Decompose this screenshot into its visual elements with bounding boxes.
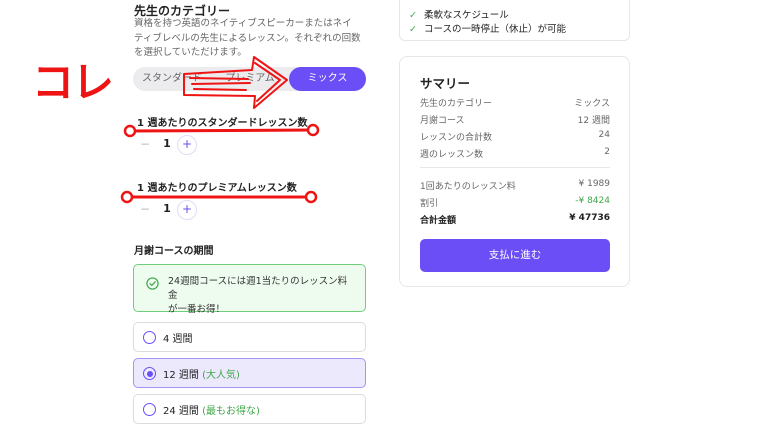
period-info-line: 24週間コースには週1当たりのレッスン料金 [168,276,348,301]
teacher-description-line: 資格を持つ英語のネイティブスピーカーまたはネイ [134,18,352,29]
teacher-category-selector: スタンダード プレミアム ミックス [133,67,366,91]
premium-lessons-value: 1 [163,202,171,215]
standard-decrement-button[interactable]: − [135,135,155,155]
period-option-24-weeks[interactable]: 24 週間 (最もお得な) [133,394,366,424]
check-icon: ✓ [409,10,417,21]
radio-selected-icon [143,367,156,380]
popular-badge: (大人気) [202,370,240,381]
summary-title: サマリー [420,76,471,91]
category-option-mix[interactable]: ミックス [289,67,366,91]
annotation-text: コレ [32,58,114,107]
period-info-line: が一番お得！ [168,304,226,315]
period-option-12-weeks[interactable]: 12 週間 (大人気) [133,358,366,388]
best-value-badge: (最もお得な) [202,406,260,417]
period-option-label: 24 週間 (最もお得な) [163,406,260,417]
standard-lessons-value: 1 [163,137,171,150]
standard-increment-button[interactable]: + [177,135,197,155]
course-features: ✓ 柔軟なスケジュール ✓ コースの一時停止（休止）が可能 [399,0,630,41]
feature-item: ✓ 柔軟なスケジュール [409,10,509,21]
standard-lessons-label: 1 週あたりのスタンダードレッスン数 [137,118,308,129]
radio-icon [143,403,156,416]
period-info-box: 24週間コースには週1当たりのレッスン料金 が一番お得！ [133,264,366,315]
teacher-description-line: ティブレベルの先生によるレッスン。それぞれの回数 [134,32,361,44]
period-option-4-weeks[interactable]: 4 週間 [133,322,366,352]
course-period-label: 月謝コースの期間 [134,246,214,257]
annotation-overlay [120,56,320,204]
summary-divider [420,167,610,168]
summary-card: サマリー 先生のカテゴリー ミックス 月謝コース 12 週間 レッスンの合計数 24 … [399,56,630,287]
check-icon: ✓ [409,24,417,35]
teacher-description-line: を選択していただけます。 [134,47,247,58]
summary-row-price-per-lesson: 1回あたりのレッスン料 ¥ 1989 [420,179,610,192]
premium-decrement-button[interactable]: − [135,200,155,220]
category-option-premium[interactable]: プレミアム [211,67,289,91]
category-option-standard[interactable]: スタンダード [133,67,211,91]
feature-item: ✓ コースの一時停止（休止）が可能 [409,24,566,35]
check-circle-icon [146,277,159,290]
summary-row-total: 合計金額 ¥ 47736 [420,213,610,226]
period-option-label: 4 週間 [163,334,193,345]
summary-row-course: 月謝コース 12 週間 [420,116,610,126]
proceed-to-payment-button[interactable]: 支払に進む [420,239,610,272]
teacher-category-description: 資格を持つ英語のネイティブスピーカーまたはネイ ティブレベルの先生によるレッスン… [134,17,366,61]
summary-row-weekly-lessons: 週のレッスン数 2 [420,147,610,160]
premium-increment-button[interactable]: + [177,200,197,220]
summary-row-total-lessons: レッスンの合計数 24 [420,130,610,143]
period-option-label: 12 週間 (大人気) [163,370,240,381]
premium-lessons-label: 1 週あたりのプレミアムレッスン数 [137,183,297,194]
summary-row-discount: 割引 -¥ 8424 [420,196,610,209]
radio-icon [143,331,156,344]
summary-row-category: 先生のカテゴリー ミックス [420,99,610,109]
period-info-text: 24週間コースには週1当たりのレッスン料金 が一番お得！ [168,275,354,317]
